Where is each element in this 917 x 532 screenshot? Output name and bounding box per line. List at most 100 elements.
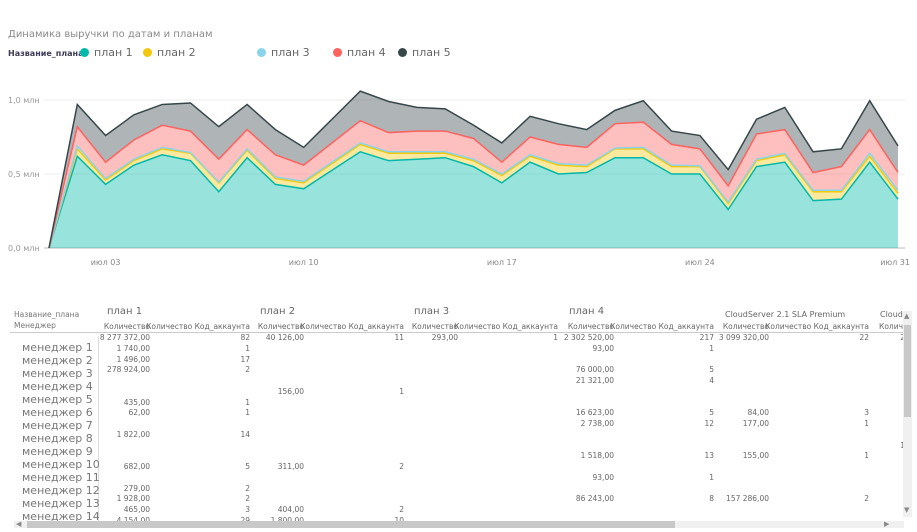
table-cell: 278 924,00 xyxy=(107,365,150,375)
table-cell: 1 xyxy=(709,343,714,353)
column-group-header[interactable]: план 2 xyxy=(260,306,295,317)
vertical-scrollbar[interactable]: ▲ ▼ xyxy=(903,311,912,517)
legend-label: план 5 xyxy=(412,46,451,59)
legend-dot-icon xyxy=(333,48,342,57)
row-header-plan-name: Название_плана xyxy=(14,310,80,319)
legend-label: план 4 xyxy=(347,46,386,59)
scroll-left-icon[interactable]: ◀ xyxy=(16,521,21,528)
table-cell: 16 623,00 xyxy=(575,408,614,418)
legend-title: Название_плана xyxy=(8,49,84,58)
x-tick-label: июл 03 xyxy=(91,258,121,267)
legend-dot-icon xyxy=(398,48,407,57)
table-cell: 62,00 xyxy=(128,408,150,418)
table-cell: 5 xyxy=(709,365,714,375)
y-tick-label: 0,5 млн xyxy=(8,170,40,179)
table-cell: 8 277 372,00 xyxy=(99,333,150,342)
scroll-down-icon[interactable]: ▼ xyxy=(904,507,909,514)
table-cell: 682,00 xyxy=(123,462,150,471)
y-tick-label: 1,0 млн xyxy=(8,96,40,105)
table-cell: 2 xyxy=(245,494,250,504)
table-cell: 21 321,00 xyxy=(575,376,614,385)
legend-item-plan-5[interactable]: план 5 xyxy=(398,46,451,59)
legend-label: план 2 xyxy=(157,46,196,59)
row-header-manager-item[interactable]: менеджер 9 xyxy=(22,445,93,458)
column-header[interactable]: Количество Код_аккаунта xyxy=(759,322,869,331)
x-tick-label: июл 31 xyxy=(880,258,910,267)
table-cell: 1 xyxy=(245,397,250,407)
row-header-manager-item[interactable]: менеджер 4 xyxy=(22,380,93,393)
column-header[interactable]: Количество xyxy=(348,322,458,331)
table-cell: 86 243,00 xyxy=(575,494,614,504)
column-group-header[interactable]: план 3 xyxy=(414,306,449,317)
table-cell: 156,00 xyxy=(277,386,304,396)
row-header-manager-item[interactable]: менеджер 11 xyxy=(22,471,100,484)
table-cell: 4 xyxy=(709,376,714,385)
horizontal-scroll-thumb[interactable] xyxy=(27,521,675,528)
table-cell: 2 xyxy=(399,505,404,514)
scroll-up-icon[interactable]: ▲ xyxy=(904,313,909,320)
column-group-header[interactable]: план 4 xyxy=(569,306,604,317)
legend-label: план 3 xyxy=(271,46,310,59)
table-cell: 1 xyxy=(245,343,250,353)
legend-dot-icon xyxy=(257,48,266,57)
table-cell: 2 xyxy=(864,494,869,504)
table-cell: 155,00 xyxy=(742,451,769,461)
table-cell: 1 496,00 xyxy=(116,354,150,364)
table-cell: 1 xyxy=(864,451,869,461)
table-cell: 93,00 xyxy=(592,343,614,353)
x-tick-label: июл 17 xyxy=(487,258,517,267)
column-header[interactable]: Количество xyxy=(504,322,614,331)
y-tick-label: 0,0 млн xyxy=(8,244,40,253)
table-cell: 1 xyxy=(709,472,714,482)
column-header[interactable]: Количе xyxy=(879,322,905,331)
table-cell: 2 738,00 xyxy=(580,419,614,428)
column-header[interactable]: Количество xyxy=(194,322,304,331)
legend-item-plan-1[interactable]: план 1 xyxy=(80,46,133,59)
horizontal-scrollbar[interactable]: ◀ ▶ xyxy=(14,521,904,528)
table-cell: 177,00 xyxy=(742,419,769,428)
table-cell: 157 286,00 xyxy=(726,494,769,504)
scroll-right-icon[interactable]: ▶ xyxy=(884,521,889,528)
table-cell: 1 xyxy=(864,419,869,428)
table-cell: 76 000,00 xyxy=(575,365,614,375)
legend-dot-icon xyxy=(143,48,152,57)
legend-item-plan-2[interactable]: план 2 xyxy=(143,46,196,59)
area-chart[interactable]: 0,0 млн 0,5 млн 1,0 млн июл 03 июл 10 июл 17 и… xyxy=(0,85,917,275)
table-cell: 293,00 xyxy=(431,333,458,342)
table-cell: 435,00 xyxy=(123,397,150,407)
table-cell: 465,00 xyxy=(123,505,150,514)
table-cell: 2 xyxy=(805,333,905,342)
table-cell: 93,00 xyxy=(592,472,614,482)
legend-dot-icon xyxy=(80,48,89,57)
table-cell: 1 822,00 xyxy=(116,429,150,439)
table-cell: 279,00 xyxy=(123,483,150,493)
table-cell: 14 xyxy=(240,429,250,439)
table-cell: 1 740,00 xyxy=(116,343,150,353)
table-cell: 1 xyxy=(245,408,250,418)
table-cell: 2 xyxy=(245,365,250,375)
x-tick-label: июл 10 xyxy=(289,258,319,267)
x-tick-label: июл 24 xyxy=(685,258,715,267)
vertical-scroll-thumb[interactable] xyxy=(904,325,911,417)
table-cell: 3 099 320,00 xyxy=(718,333,769,342)
table-cell: 311,00 xyxy=(277,462,304,471)
table-cell: 17 xyxy=(240,354,250,364)
table-cell: 84,00 xyxy=(747,408,769,418)
table-cell: 1 xyxy=(399,386,404,396)
column-header[interactable]: Количество xyxy=(659,322,769,331)
table-cell: 1 518,00 xyxy=(580,451,614,461)
table-cell: 2 xyxy=(245,483,250,493)
table-cell: 404,00 xyxy=(277,505,304,514)
column-group-header[interactable]: CloudServer 2.1 SLA Premium xyxy=(725,310,845,319)
table-cell: 1 xyxy=(805,441,905,450)
column-group-header[interactable]: план 1 xyxy=(107,306,142,317)
table-cell: 3 xyxy=(864,408,869,418)
column-header[interactable]: Количество xyxy=(40,322,150,331)
table-cell: 2 302 520,00 xyxy=(563,333,614,342)
legend-item-plan-3[interactable]: план 3 xyxy=(257,46,310,59)
legend-label: план 1 xyxy=(94,46,133,59)
chart-title: Динамика выручки по датам и планам xyxy=(8,29,213,40)
legend-item-plan-4[interactable]: план 4 xyxy=(333,46,386,59)
table-cell: 1 928,00 xyxy=(116,494,150,504)
table-cell: 2 xyxy=(399,462,404,471)
